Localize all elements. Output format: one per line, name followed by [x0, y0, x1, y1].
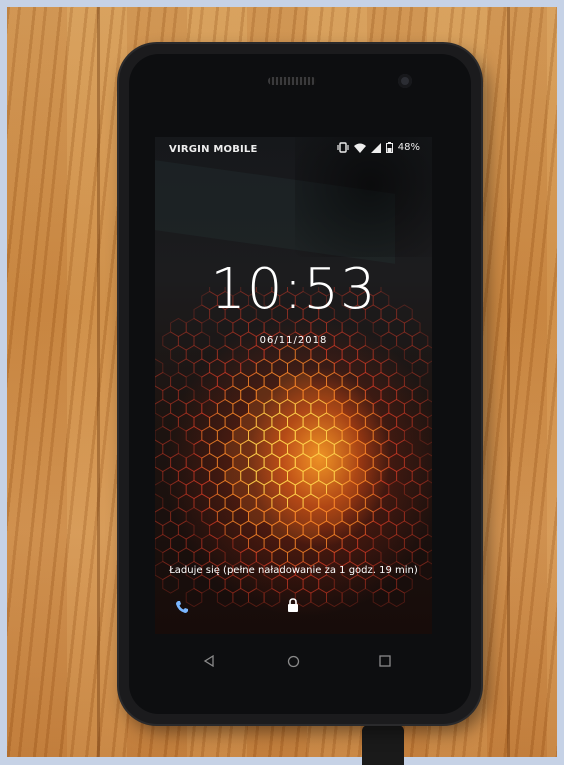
home-icon[interactable] — [287, 655, 300, 668]
charging-status: Ładuje się (pełne naładowanie za 1 godz.… — [169, 565, 418, 576]
hexagon-cell — [419, 533, 432, 554]
lock-icon[interactable] — [287, 598, 299, 612]
hexagon-cell — [388, 587, 405, 608]
smartphone: VIRGIN MOBILE 48% 10:53 06/11/2018 Ładuj… — [119, 44, 481, 724]
status-bar: VIRGIN MOBILE 48% — [155, 137, 432, 161]
wood-seam — [97, 7, 100, 757]
wood-seam — [507, 7, 510, 757]
lockscreen-clock: 10:53 — [210, 257, 377, 322]
vibrate-icon — [337, 142, 349, 153]
hexagon-cell — [419, 479, 432, 500]
front-camera — [398, 74, 412, 88]
phone-icon[interactable] — [175, 600, 189, 614]
battery-icon — [385, 142, 393, 153]
lock-screen: VIRGIN MOBILE 48% 10:53 06/11/2018 Ładuj… — [155, 137, 432, 634]
hexagon-cell — [155, 466, 164, 486]
hexagon-cell — [419, 425, 432, 446]
wifi-icon — [353, 143, 366, 153]
hexagon-cell — [419, 398, 432, 419]
battery-percent: 48% — [397, 142, 420, 153]
hexagon-cell — [162, 574, 179, 594]
status-icons: 48% — [337, 142, 420, 153]
recents-icon[interactable] — [379, 655, 391, 667]
back-icon[interactable] — [203, 655, 215, 667]
hexagon-cell — [326, 587, 343, 608]
hexagon-cell — [216, 587, 234, 608]
charging-cable — [362, 725, 404, 765]
hexagon-cell — [419, 344, 432, 365]
lockscreen-date: 06/11/2018 — [259, 335, 328, 346]
signal-icon — [370, 142, 381, 153]
hexagon-cell — [341, 587, 359, 608]
hexagon-cell — [248, 587, 265, 608]
hexagon-cell — [310, 587, 327, 608]
earpiece-speaker — [268, 77, 316, 85]
hexagon-cell — [263, 587, 281, 608]
carrier-label: VIRGIN MOBILE — [169, 144, 258, 155]
navigation-bar — [155, 649, 432, 679]
hexagon-cell — [419, 452, 432, 473]
hexagon-cell — [232, 587, 249, 608]
hexagon-cell — [372, 587, 390, 608]
